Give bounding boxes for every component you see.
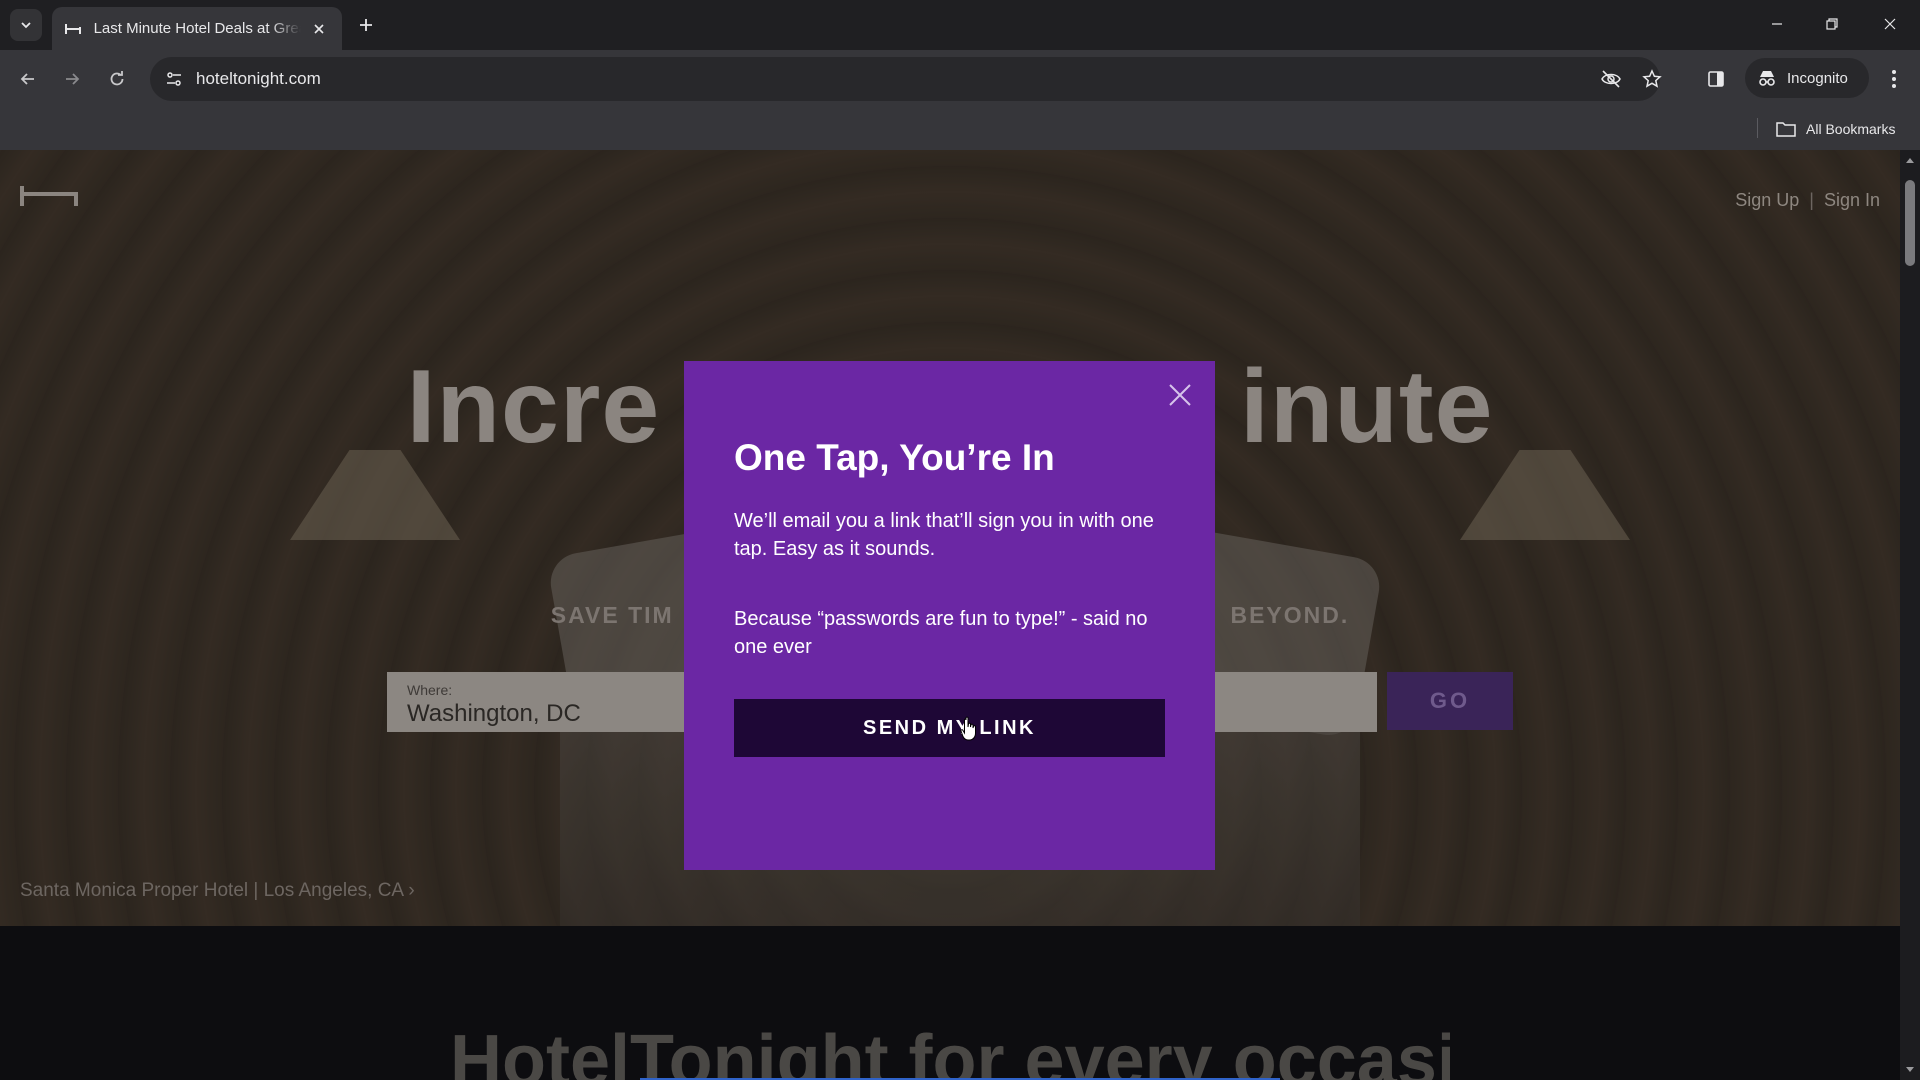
tune-icon xyxy=(167,72,181,86)
modal-close-button[interactable] xyxy=(1166,381,1194,409)
scroll-down-arrow-icon[interactable] xyxy=(1904,1064,1916,1076)
browser-menu-button[interactable] xyxy=(1878,63,1910,95)
arrow-left-icon xyxy=(20,73,34,85)
close-icon xyxy=(1884,18,1896,30)
modal-description: We’ll email you a link that’ll sign you … xyxy=(734,510,1154,560)
all-bookmarks-label: All Bookmarks xyxy=(1806,121,1896,137)
section-title-clip: HotelTonight for every occasion xyxy=(450,1020,1450,1080)
back-button[interactable] xyxy=(12,63,44,95)
tab-search-button[interactable] xyxy=(10,9,42,41)
active-tab[interactable]: Last Minute Hotel Deals at Great Prices xyxy=(52,7,342,50)
tab-title: Last Minute Hotel Deals at Great Prices xyxy=(93,20,301,37)
tab-close-icon[interactable] xyxy=(309,18,330,40)
bookmarks-divider xyxy=(1757,118,1758,138)
auth-links: Sign Up | Sign In xyxy=(1735,190,1880,211)
incognito-indicator[interactable]: Incognito xyxy=(1745,58,1869,98)
reload-icon xyxy=(110,71,124,86)
photo-caption-text: Santa Monica Proper Hotel | Los Angeles,… xyxy=(20,880,404,901)
restore-icon xyxy=(1826,18,1838,30)
auth-separator: | xyxy=(1809,190,1814,210)
photo-caption[interactable]: Santa Monica Proper Hotel | Los Angeles,… xyxy=(20,880,415,902)
bookmarks-bar: All Bookmarks xyxy=(0,108,1920,150)
hero-subtitle-left: SAVE TIM xyxy=(550,602,674,628)
side-panel-button[interactable] xyxy=(1700,63,1732,95)
minimize-button[interactable] xyxy=(1755,8,1799,40)
url-text[interactable]: hoteltonight.com xyxy=(196,69,321,89)
modal-title: One Tap, You’re In xyxy=(734,437,1055,478)
go-button[interactable]: GO xyxy=(1387,672,1513,730)
folder-icon xyxy=(1776,122,1796,137)
hoteltonight-favicon-icon xyxy=(64,20,82,38)
new-tab-button[interactable] xyxy=(352,11,380,39)
close-icon xyxy=(1169,384,1191,406)
plus-icon xyxy=(360,19,372,31)
eye-off-button[interactable] xyxy=(1595,63,1627,95)
section-title: HotelTonight for every occasion xyxy=(450,1021,1450,1080)
arrow-right-icon xyxy=(66,73,80,85)
browser-toolbar: hoteltonight.com Incognito xyxy=(0,50,1920,108)
more-vertical-icon xyxy=(1892,70,1896,88)
chevron-down-icon xyxy=(21,22,31,29)
side-panel-icon xyxy=(1708,71,1724,87)
minimize-icon xyxy=(1772,23,1782,25)
hoteltonight-logo-icon[interactable] xyxy=(20,184,78,208)
forward-button[interactable] xyxy=(56,63,88,95)
incognito-icon xyxy=(1759,71,1775,86)
scrollbar-thumb[interactable] xyxy=(1905,180,1915,266)
all-bookmarks-button[interactable]: All Bookmarks xyxy=(1776,117,1895,141)
modal-tagline: Because “passwords are fun to type!” - s… xyxy=(734,608,1148,658)
browser-tab-bar: Last Minute Hotel Deals at Great Prices xyxy=(0,0,1920,50)
photo-caption-arrow: › xyxy=(408,880,415,901)
star-icon xyxy=(1642,69,1662,88)
eye-off-icon xyxy=(1601,70,1621,88)
hand-cursor-icon xyxy=(960,716,976,741)
sign-in-modal: One Tap, You’re In We’ll email you a lin… xyxy=(684,361,1215,870)
restore-button[interactable] xyxy=(1810,8,1854,40)
bookmark-star-button[interactable] xyxy=(1636,63,1668,95)
hero-title-left: Incre xyxy=(406,349,661,465)
scroll-up-arrow-icon[interactable] xyxy=(1904,154,1916,166)
reload-button[interactable] xyxy=(101,63,133,95)
send-my-link-button[interactable]: SEND MY LINK xyxy=(734,699,1165,757)
close-window-button[interactable] xyxy=(1868,8,1912,40)
sign-up-link[interactable]: Sign Up xyxy=(1735,190,1799,211)
site-info-button[interactable] xyxy=(158,63,190,95)
hero-subtitle-right: BEYOND. xyxy=(1230,602,1350,628)
address-bar[interactable]: hoteltonight.com xyxy=(150,57,1662,101)
hero-title-right: inute xyxy=(1239,349,1494,465)
sign-in-link[interactable]: Sign In xyxy=(1824,190,1880,211)
incognito-label: Incognito xyxy=(1787,69,1848,87)
page-scrollbar[interactable] xyxy=(1900,150,1920,1080)
